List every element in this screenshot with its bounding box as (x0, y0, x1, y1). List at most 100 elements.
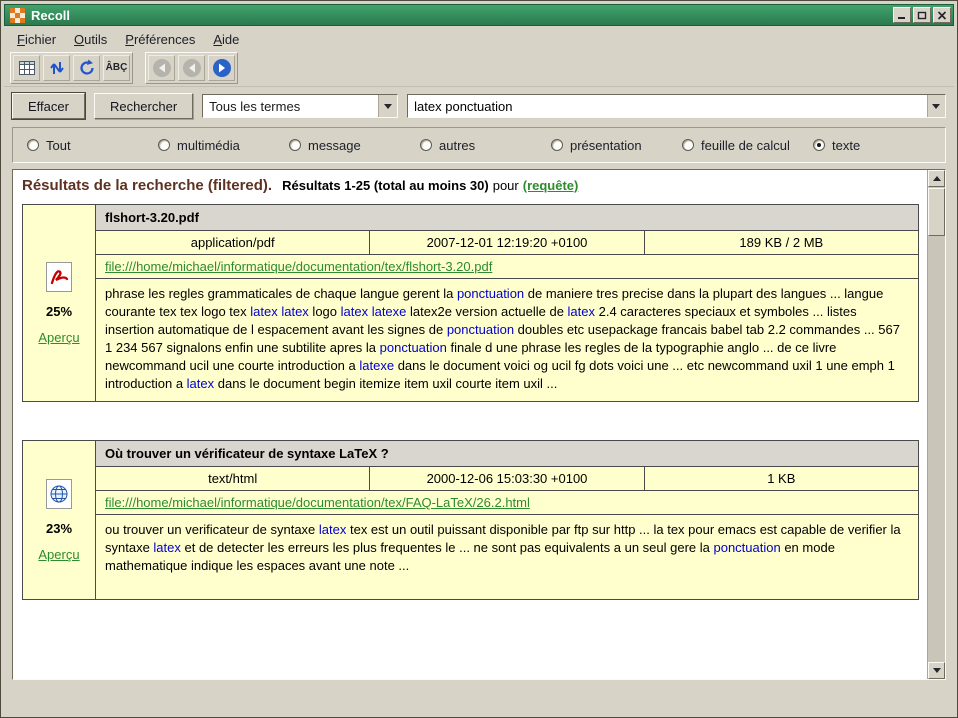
result-abstract: phrase les regles grammaticales de chaqu… (96, 279, 918, 401)
radio-button-icon[interactable] (289, 139, 301, 151)
filter-radio-message[interactable]: message (289, 138, 420, 153)
sort-button[interactable] (43, 55, 70, 81)
highlighted-term: ponctuation (447, 322, 514, 337)
radio-button-icon[interactable] (813, 139, 825, 151)
menu-preferences[interactable]: Préférences (116, 29, 204, 50)
radio-button-icon[interactable] (420, 139, 432, 151)
result-meta-row: text/html 2000-12-06 15:03:30 +0100 1 KB (96, 467, 918, 491)
clear-button[interactable]: Effacer (12, 93, 85, 119)
preview-link[interactable]: Aperçu (38, 330, 79, 345)
term-explorer-icon: ÂBÇ (106, 62, 128, 73)
toolbar-group-pages (145, 52, 238, 84)
result-main: flshort-3.20.pdf application/pdf 2007-12… (96, 205, 918, 401)
next-page-icon (211, 57, 233, 79)
radio-button-icon[interactable] (551, 139, 563, 151)
result-date: 2000-12-06 15:03:30 +0100 (370, 467, 644, 490)
search-bar: Effacer Rechercher Tous les termes (4, 87, 954, 125)
window-title: Recoll (31, 8, 893, 23)
arrow-down-icon (933, 668, 941, 673)
highlighted-term: latex latex (250, 304, 309, 319)
highlighted-term: ponctuation (457, 286, 524, 301)
filter-radio-presentation[interactable]: présentation (551, 138, 682, 153)
scroll-thumb[interactable] (928, 188, 945, 236)
result-url-row: file:///home/michael/informatique/docume… (96, 255, 918, 279)
filter-radio-multimedia[interactable]: multimédia (158, 138, 289, 153)
menu-fichier[interactable]: Fichier (8, 29, 65, 50)
radio-label: texte (832, 138, 860, 153)
scroll-up-button[interactable] (928, 170, 945, 187)
radio-label: Tout (46, 138, 71, 153)
highlighted-term: latex (153, 540, 180, 555)
radio-label: présentation (570, 138, 642, 153)
result-item: 25% Aperçu flshort-3.20.pdf application/… (22, 204, 919, 402)
query-input[interactable] (408, 95, 926, 117)
search-mode-dropdown-button[interactable] (378, 95, 397, 117)
highlighted-term: ponctuation (380, 340, 447, 355)
highlighted-term: ponctuation (713, 540, 780, 555)
titlebar: Recoll (4, 4, 954, 26)
result-url-row: file:///home/michael/informatique/docume… (96, 491, 918, 515)
result-url-link[interactable]: file:///home/michael/informatique/docume… (105, 495, 530, 510)
chevron-down-icon (932, 104, 940, 109)
results-scrollbar[interactable] (927, 170, 945, 679)
filter-radio-texte[interactable]: texte (813, 138, 860, 153)
radio-label: feuille de calcul (701, 138, 790, 153)
next-page-button[interactable] (208, 55, 235, 81)
radio-button-icon[interactable] (27, 139, 39, 151)
history-button[interactable] (73, 55, 100, 81)
minimize-icon (897, 11, 907, 20)
highlighted-term: latex latexe (341, 304, 407, 319)
minimize-button[interactable] (893, 7, 911, 23)
close-button[interactable] (933, 7, 951, 23)
prev-page-icon (181, 57, 203, 79)
query-combobox (407, 94, 946, 118)
filter-radio-tout[interactable]: Tout (27, 138, 158, 153)
menu-aide[interactable]: Aide (204, 29, 248, 50)
radio-label: message (308, 138, 361, 153)
preview-link[interactable]: Aperçu (38, 547, 79, 562)
radio-button-icon[interactable] (158, 139, 170, 151)
prev-page-button[interactable] (178, 55, 205, 81)
result-mime: text/html (96, 467, 370, 490)
first-page-icon (151, 57, 173, 79)
sort-arrows-icon (47, 58, 67, 78)
window-controls (893, 7, 951, 23)
close-icon (937, 11, 947, 20)
radio-button-icon[interactable] (682, 139, 694, 151)
first-page-button[interactable] (148, 55, 175, 81)
search-mode-value: Tous les termes (203, 95, 378, 117)
results-title: Résultats de la recherche (filtered). (22, 177, 272, 194)
term-explorer-button[interactable]: ÂBÇ (103, 55, 130, 81)
query-history-dropdown-button[interactable] (927, 95, 945, 117)
result-size: 1 KB (645, 467, 918, 490)
relevance-percent: 23% (46, 521, 72, 536)
menu-outils[interactable]: Outils (65, 29, 116, 50)
result-mime: application/pdf (96, 231, 370, 254)
toolbar-group-tools: ÂBÇ (10, 52, 133, 84)
highlighted-term: latex (568, 304, 595, 319)
menubar: FichierOutilsPréférencesAide (4, 26, 954, 51)
status-bar (4, 680, 954, 714)
result-meta-row: application/pdf 2007-12-01 12:19:20 +010… (96, 231, 918, 255)
result-url-link[interactable]: file:///home/michael/informatique/docume… (105, 259, 492, 274)
results-header: Résultats de la recherche (filtered). Rés… (22, 175, 919, 204)
highlighted-term: latex (187, 376, 214, 391)
maximize-button[interactable] (913, 7, 931, 23)
search-button[interactable]: Rechercher (94, 93, 193, 119)
query-details-link[interactable]: (requête) (523, 178, 579, 193)
highlighted-term: latexe (359, 358, 394, 373)
result-side: 23% Aperçu (23, 441, 96, 599)
result-abstract: ou trouver un verificateur de syntaxe la… (96, 515, 918, 599)
maximize-icon (917, 11, 927, 20)
filter-radio-autres[interactable]: autres (420, 138, 551, 153)
chevron-down-icon (384, 104, 392, 109)
app-icon (10, 8, 25, 23)
results-range: Résultats 1-25 (total au moins 30) (282, 178, 489, 193)
table-icon (17, 58, 37, 78)
search-mode-select[interactable]: Tous les termes (202, 94, 398, 118)
filter-radio-feuille-de-calcul[interactable]: feuille de calcul (682, 138, 813, 153)
result-main: Où trouver un vérificateur de syntaxe La… (96, 441, 918, 599)
scroll-down-button[interactable] (928, 662, 945, 679)
filter-row: Tout multimédia message autres présentation f… (12, 127, 946, 163)
clear-search-button[interactable] (13, 55, 40, 81)
